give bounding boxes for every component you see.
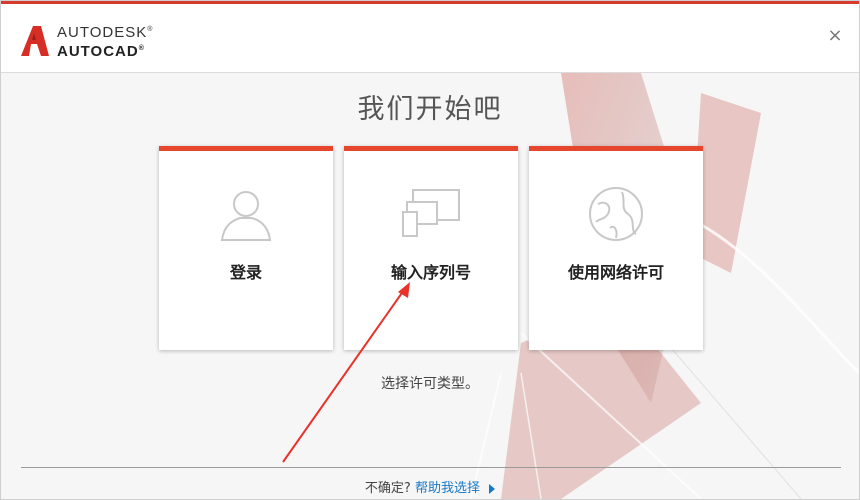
user-icon <box>220 191 272 241</box>
serial-number-card[interactable]: 输入序列号 <box>344 146 518 350</box>
footer-question: 不确定? <box>364 481 411 496</box>
product-logo: AUTODESK® AUTOCAD® <box>57 22 153 60</box>
brand-name: AUTODESK® <box>57 24 154 41</box>
product-name: AUTOCAD® <box>57 43 145 60</box>
sign-in-card[interactable]: 登录 <box>159 146 333 350</box>
footer-divider <box>21 467 841 468</box>
header-bar: AUTODESK® AUTOCAD® × <box>1 4 859 73</box>
devices-icon <box>402 189 460 237</box>
license-dialog: AUTODESK® AUTOCAD® × 我们开始吧 登录 输入序列号 使用网络… <box>0 0 860 500</box>
card-label-sign-in: 登录 <box>229 263 262 282</box>
arrow-right-icon[interactable] <box>489 483 496 494</box>
license-type-hint: 选择许可类型。 <box>381 376 479 392</box>
card-label-serial: 输入序列号 <box>390 263 471 282</box>
close-button[interactable]: × <box>825 26 845 46</box>
help-me-choose-link[interactable]: 帮助我选择 <box>415 481 480 496</box>
network-license-card[interactable]: 使用网络许可 <box>529 146 703 350</box>
autodesk-logo-icon <box>21 26 49 56</box>
page-title: 我们开始吧 <box>357 94 503 125</box>
footer: 不确定? 帮助我选择 <box>1 477 859 496</box>
network-globe-icon <box>589 187 643 241</box>
card-label-network: 使用网络许可 <box>567 263 664 282</box>
